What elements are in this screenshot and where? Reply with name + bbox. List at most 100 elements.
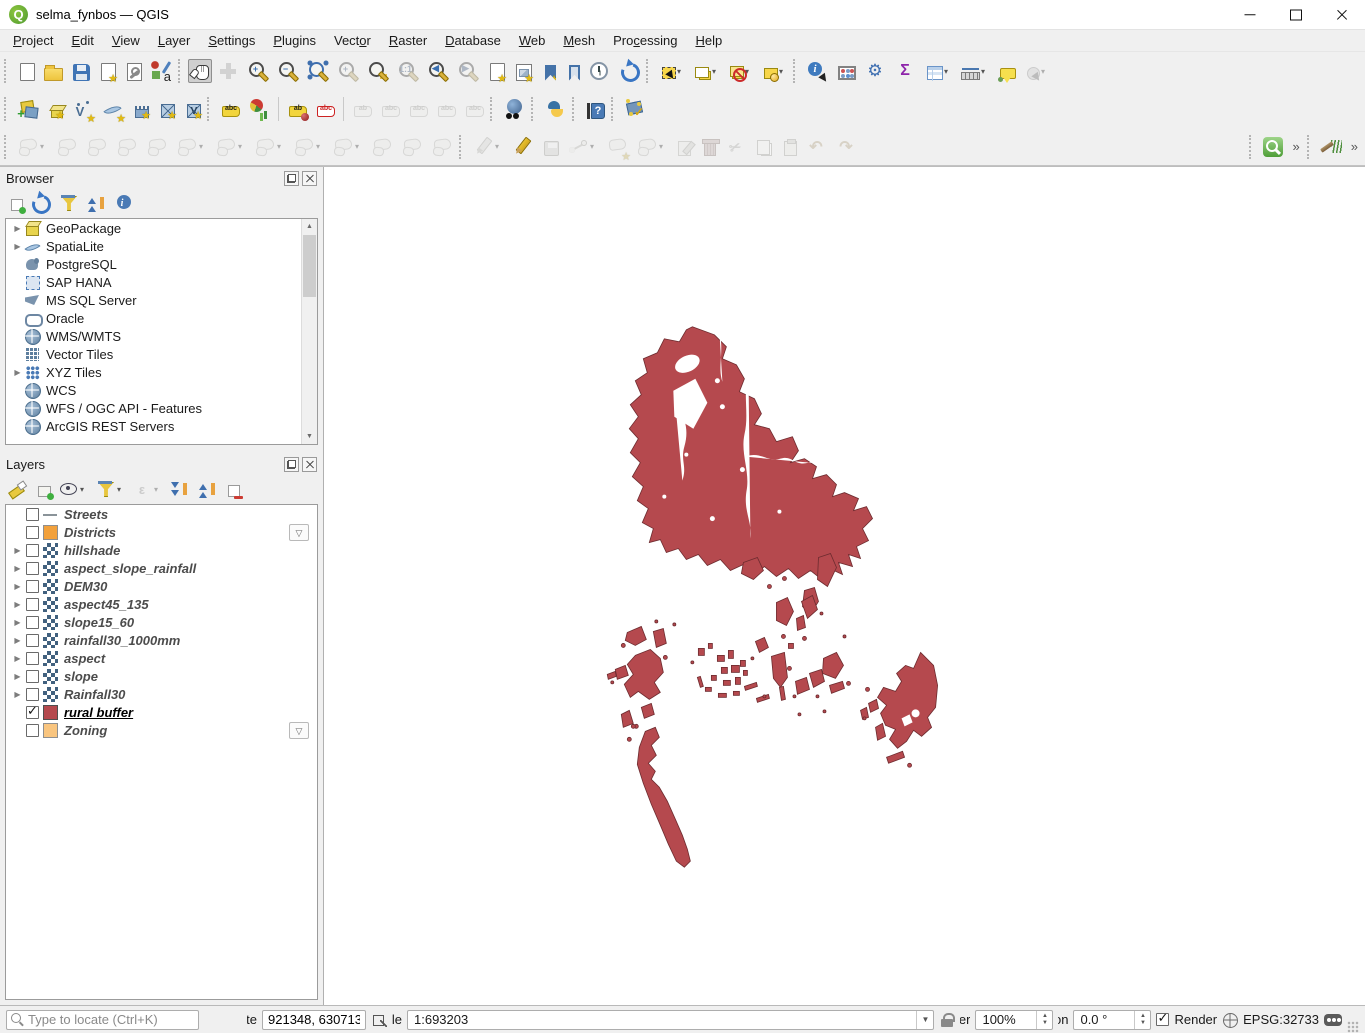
select-features[interactable]: ▾ <box>656 60 688 82</box>
new-virtual-layer[interactable] <box>128 98 152 121</box>
expand-arrow-icon[interactable]: ▶ <box>11 636 24 645</box>
show-spatial-bookmarks[interactable] <box>561 59 583 84</box>
browser-close-button[interactable] <box>302 171 317 186</box>
filter-legend[interactable]: ▾ <box>92 476 127 502</box>
offset-curve-dropdown[interactable]: ▾ <box>199 142 207 151</box>
scale-lock-icon[interactable] <box>939 1012 955 1028</box>
layer-item-slope[interactable]: ▶slope <box>6 667 317 685</box>
layers-float-button[interactable] <box>284 457 299 472</box>
browser-item-wfs-ogc-api-features[interactable]: WFS / OGC API - Features <box>6 399 317 417</box>
browser-item-postgresql[interactable]: PostgreSQL <box>6 255 317 273</box>
coordinate-box[interactable] <box>262 1010 366 1030</box>
layer-visibility-checkbox[interactable] <box>26 544 39 557</box>
select-by-location-dropdown[interactable]: ▾ <box>779 67 787 76</box>
grass-toolbar-expander[interactable]: » <box>1346 139 1363 154</box>
scale-combo[interactable]: 1:693203 ▼ <box>407 1010 934 1030</box>
open-attribute-table[interactable]: ▾ <box>921 59 955 83</box>
remove-layer[interactable] <box>222 479 242 499</box>
processing-search[interactable] <box>1259 133 1287 161</box>
field-calculator[interactable] <box>833 59 859 83</box>
layer-visibility-checkbox[interactable] <box>26 598 39 611</box>
save-project[interactable] <box>68 59 93 84</box>
layer-item-aspect45-135[interactable]: ▶aspect45_135 <box>6 595 317 613</box>
open-project[interactable] <box>40 59 66 84</box>
expand-arrow-icon[interactable]: ▶ <box>11 672 24 681</box>
scale-dropdown-icon[interactable]: ▼ <box>916 1011 933 1029</box>
refresh-map[interactable] <box>615 57 643 85</box>
scroll-down-icon[interactable]: ▼ <box>302 429 317 444</box>
layer-visibility-checkbox[interactable] <box>26 706 39 719</box>
expand-arrow-icon[interactable]: ▶ <box>11 546 24 555</box>
search-toolbar-expander[interactable]: » <box>1288 139 1305 154</box>
scroll-up-icon[interactable]: ▲ <box>302 219 317 234</box>
zoom-out[interactable]: − <box>274 57 302 85</box>
annotations-dropdown[interactable]: ▾ <box>1041 67 1049 76</box>
menu-view[interactable]: View <box>103 31 149 50</box>
metasearch[interactable] <box>500 95 528 123</box>
layer-visibility-checkbox[interactable] <box>26 562 39 575</box>
add-selected-layers[interactable] <box>5 193 25 213</box>
layer-filter-indicator[interactable]: ▽ <box>289 722 309 739</box>
layer-visibility-checkbox[interactable] <box>26 652 39 665</box>
layer-item-dem30[interactable]: ▶DEM30 <box>6 577 317 595</box>
new-mesh-layer[interactable] <box>154 97 178 121</box>
browser-item-oracle[interactable]: Oracle <box>6 309 317 327</box>
filter-legend-dropdown[interactable]: ▾ <box>117 485 125 494</box>
layer-item-rural-buffer[interactable]: rural buffer <box>6 703 317 721</box>
expand-arrow-icon[interactable]: ▶ <box>11 582 24 591</box>
layers-close-button[interactable] <box>302 457 317 472</box>
zoom-to-layer[interactable] <box>364 57 392 85</box>
deselect-features[interactable]: ▾ <box>725 60 756 82</box>
style-manager[interactable] <box>147 57 175 85</box>
digitize-with-segment-dropdown[interactable]: ▾ <box>590 142 598 151</box>
menu-plugins[interactable]: Plugins <box>264 31 325 50</box>
coordinate-input[interactable] <box>268 1012 360 1027</box>
measure-line-dropdown[interactable]: ▾ <box>981 67 989 76</box>
messages-icon[interactable] <box>1324 1012 1340 1028</box>
select-features-by-value-dropdown[interactable]: ▾ <box>712 67 720 76</box>
window-resize-grip[interactable] <box>1347 1021 1359 1033</box>
expand-arrow-icon[interactable]: ▶ <box>11 564 24 573</box>
current-edits-dropdown[interactable]: ▾ <box>495 142 503 151</box>
menu-database[interactable]: Database <box>436 31 510 50</box>
pan-map[interactable] <box>188 59 212 83</box>
fill-ring-dropdown[interactable]: ▾ <box>355 142 363 151</box>
add-part-dropdown[interactable]: ▾ <box>316 142 324 151</box>
expand-all[interactable] <box>166 476 192 502</box>
map-canvas[interactable] <box>323 167 1365 1005</box>
select-features-dropdown[interactable]: ▾ <box>677 67 685 76</box>
browser-item-wms-wmts[interactable]: WMS/WMTS <box>6 327 317 345</box>
new-grass-vector-layer[interactable]: V <box>180 97 204 121</box>
new-map-view[interactable] <box>484 58 508 84</box>
temporal-controller[interactable] <box>585 57 613 85</box>
open-layer-styling[interactable] <box>5 476 31 502</box>
new-spatial-bookmark[interactable] <box>537 59 559 84</box>
layer-item-districts[interactable]: Districts▽ <box>6 523 317 541</box>
menu-settings[interactable]: Settings <box>199 31 264 50</box>
move-feature-dropdown[interactable]: ▾ <box>40 142 48 151</box>
zoom-last[interactable]: ◀ <box>424 57 452 85</box>
layer-item-streets[interactable]: Streets <box>6 505 317 523</box>
select-features-by-value[interactable]: ▾ <box>690 60 723 83</box>
advanced-digitizing-tools-dropdown[interactable]: ▾ <box>659 142 667 151</box>
menu-mesh[interactable]: Mesh <box>554 31 604 50</box>
browser-item-wcs[interactable]: WCS <box>6 381 317 399</box>
layer-item-slope15-60[interactable]: ▶slope15_60 <box>6 613 317 631</box>
layer-visibility-checkbox[interactable] <box>26 688 39 701</box>
crs-status[interactable]: EPSG:32733 <box>1243 1012 1319 1027</box>
menu-project[interactable]: Project <box>4 31 62 50</box>
new-print-layout[interactable] <box>95 58 119 84</box>
menu-layer[interactable]: Layer <box>149 31 200 50</box>
browser-item-arcgis-rest-servers[interactable]: ArcGIS REST Servers <box>6 417 317 435</box>
add-group[interactable] <box>33 479 53 499</box>
expand-arrow-icon[interactable]: ▶ <box>11 690 24 699</box>
layer-item-aspect[interactable]: ▶aspect <box>6 649 317 667</box>
layer-visibility-checkbox[interactable] <box>26 580 39 593</box>
minimize-button[interactable] <box>1227 0 1273 29</box>
grass-tools[interactable] <box>1317 133 1345 161</box>
refresh-browser[interactable] <box>27 190 53 216</box>
show-unplaced-labels[interactable]: abc <box>312 98 338 120</box>
scrollbar-thumb[interactable] <box>303 235 316 297</box>
filter-by-expression-dropdown[interactable]: ▾ <box>154 485 162 494</box>
locator-input[interactable] <box>28 1012 194 1027</box>
